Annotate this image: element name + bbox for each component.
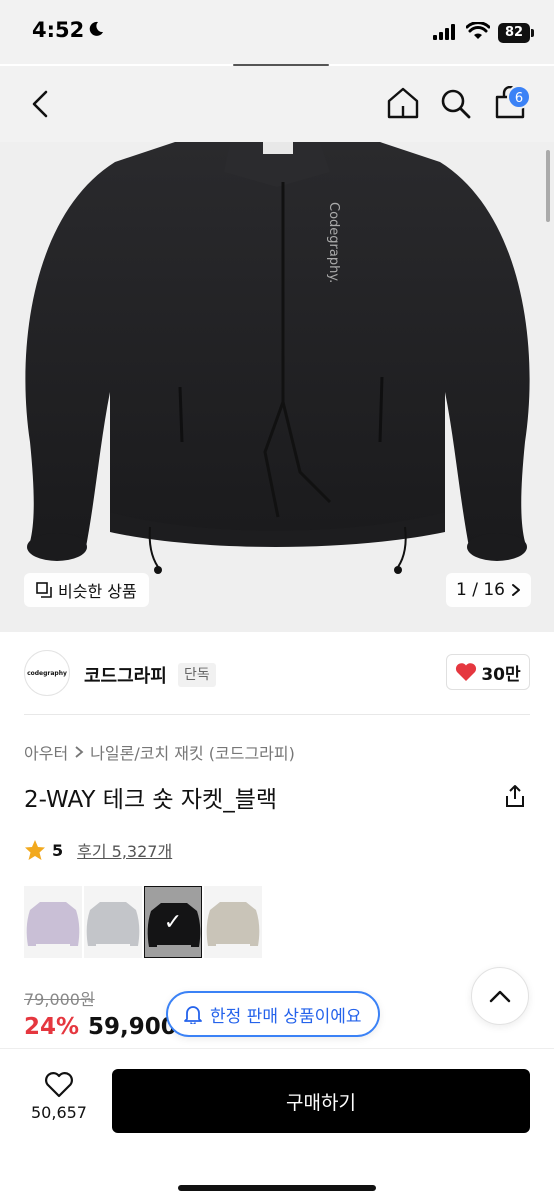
rating-row: 5 후기 5,327개 [24,838,172,862]
color-option-beige[interactable] [204,886,262,958]
status-bar: 4:52 82 [0,0,554,66]
copy-icon [36,582,52,598]
scroll-to-top-button[interactable] [471,967,529,1025]
selected-check-icon: ✓ [145,887,201,957]
cart-count-badge: 6 [507,85,531,109]
reviews-link[interactable]: 후기 5,327개 [77,838,172,862]
gallery-counter-text: 1 / 16 [456,580,505,600]
color-option-black[interactable]: ✓ [144,886,202,958]
home-icon[interactable] [386,86,420,120]
wishlist-count: 50,657 [31,1103,87,1122]
sale-price: 59,900 [88,1014,177,1040]
color-option-gray[interactable] [84,886,142,958]
exclusive-badge: 단독 [178,663,216,687]
product-title: 2-WAY 테크 숏 자켓_블랙 [24,787,278,813]
chevron-right-icon [511,584,520,596]
limited-sale-label: 한정 판매 상품이에요 [210,1006,362,1027]
brand-like-button[interactable]: 30만 [446,654,530,690]
svg-text:Codegraphy.: Codegraphy. [326,202,341,283]
chevron-right-icon [75,746,84,758]
bell-icon [184,1006,202,1024]
brand-logo[interactable]: codegraphy [24,650,70,696]
wishlist-button[interactable]: 50,657 [24,1071,94,1122]
breadcrumb-item-category[interactable]: 나일론/코치 재킷 (코드그라피) [90,740,295,764]
limited-sale-pill[interactable]: 한정 판매 상품이에요 [166,991,380,1037]
breadcrumb-item-outer[interactable]: 아우터 [24,740,68,764]
heart-filled-icon [456,663,477,681]
brand-name[interactable]: 코드그라피 [84,662,167,688]
divider [24,714,530,715]
battery-tip [531,29,534,37]
brand-row[interactable]: codegraphy 코드그라피 단독 30만 [0,632,554,716]
similar-products-button[interactable]: 비슷한 상품 [24,573,149,607]
brand-like-count: 30만 [481,664,521,685]
jacket-thumbnail [26,902,80,946]
scroll-indicator[interactable] [546,150,550,222]
original-price: 79,000원 [24,990,95,1009]
chevron-up-icon [489,990,511,1003]
product-photo-jacket: Codegraphy. [25,142,530,574]
rating-score: 5 [52,840,64,860]
star-icon [25,840,45,860]
status-time: 4:52 [32,18,85,42]
color-options: ✓ [24,886,262,958]
moon-icon [89,21,103,36]
product-gallery[interactable]: Codegraphy. 비슷한 상품 1 / 16 [0,142,554,632]
similar-products-label: 비슷한 상품 [58,582,137,601]
gallery-counter[interactable]: 1 / 16 [446,573,531,607]
battery-indicator: 82 [498,23,530,43]
back-icon[interactable] [28,88,56,120]
home-indicator [178,1185,376,1191]
bottom-action-bar: 50,657 구매하기 [0,1048,554,1200]
color-option-lavender[interactable] [24,886,82,958]
search-icon[interactable] [440,88,472,120]
heart-outline-icon [45,1072,73,1098]
jacket-thumbnail [206,902,260,946]
top-nav: 6 [0,66,554,142]
brand-logo-text: codegraphy [27,669,67,677]
signal-icon [433,24,455,40]
wifi-icon [466,22,490,39]
buy-button[interactable]: 구매하기 [112,1069,530,1133]
discount-rate: 24% [24,1014,80,1040]
jacket-thumbnail [86,902,140,946]
share-icon[interactable] [504,784,526,808]
breadcrumb: 아우터 나일론/코치 재킷 (코드그라피) [24,740,295,764]
